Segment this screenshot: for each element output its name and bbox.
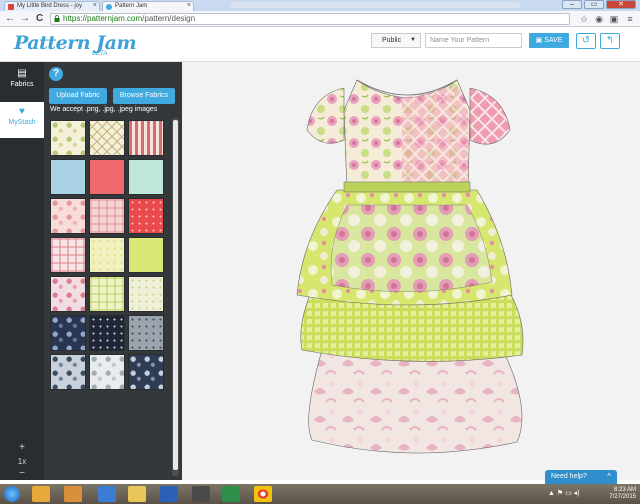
chrome-icon[interactable] [254,486,272,502]
save-label: SAVE [544,37,563,44]
help-icon[interactable]: ? [49,67,63,81]
caret-down-icon: ▼ [410,37,416,43]
fabric-swatch[interactable] [50,198,86,234]
zoom-in-button[interactable]: + [0,442,44,453]
design-canvas[interactable] [182,62,640,480]
logo[interactable]: Pattern Jam [14,32,137,54]
fabric-swatch[interactable] [128,276,164,312]
need-help-label: Need help? [551,473,587,480]
upload-fabric-button[interactable]: Upload Fabric [49,88,107,104]
visibility-select-value: Public [382,37,402,44]
reply-arrow-icon: ↰ [605,35,615,46]
tab-close-icon[interactable]: × [93,2,97,9]
save-button[interactable]: ▣ SAVE [529,33,569,48]
tab-close-icon[interactable]: × [187,2,191,9]
fabric-swatch[interactable] [89,159,125,195]
word-icon[interactable] [160,486,178,502]
start-button[interactable] [4,486,20,502]
back-button[interactable]: ← [5,13,15,25]
fabric-swatch-grid [50,120,168,476]
browser-nav-bar: ← → C https://patternjam.com/pattern/des… [0,11,640,27]
extension-icon[interactable]: ◉ [593,13,605,25]
fabric-swatch[interactable] [50,159,86,195]
fabrics-icon: ▤ [17,68,27,79]
menu-icon[interactable]: ≡ [624,13,636,25]
forward-button[interactable]: → [20,13,30,25]
nav-mystash-label: MyStash [8,119,36,126]
heart-icon: ♥ [19,106,25,117]
clock-date: 7/27/2015 [609,494,636,500]
close-window-button[interactable]: ✕ [606,0,636,9]
accepted-formats-text: We accept .png, .jpg, .jpeg images [50,106,158,113]
tab-gmail-label: My Little Bird Dress - joy [17,3,83,9]
screen: My Little Bird Dress - joy × Pattern Jam… [0,0,640,504]
panel-scrollbar[interactable] [172,118,179,476]
need-help-tab[interactable]: Need help? ^ [545,470,617,484]
scrollbar-thumb[interactable] [173,120,178,470]
clock[interactable]: 8:23 AM 7/27/2015 [609,487,636,501]
fabric-swatch[interactable] [50,276,86,312]
internet-explorer-icon[interactable] [98,486,116,502]
tab-gmail[interactable]: My Little Bird Dress - joy × [4,1,100,11]
fabric-swatch[interactable] [128,120,164,156]
file-explorer-icon[interactable] [128,486,146,502]
minimize-button[interactable]: – [562,0,582,9]
fabric-swatch[interactable] [128,159,164,195]
fabric-swatch[interactable] [50,354,86,390]
save-icon: ▣ [535,37,545,44]
zoom-level: 1x [17,457,27,466]
nav-mystash[interactable]: ♥ MyStash [0,102,44,138]
fabric-swatch[interactable] [89,237,125,273]
lock-icon [54,15,60,22]
patternjam-icon [106,4,112,10]
fabric-swatch[interactable] [89,276,125,312]
fabric-swatch[interactable] [50,315,86,351]
star-icon[interactable]: ☆ [578,13,590,25]
nav-fabrics[interactable]: ▤ Fabrics [0,64,44,100]
fabric-swatch[interactable] [128,198,164,234]
undo-icon: ↺ [581,35,591,46]
media-player-icon[interactable] [32,486,50,502]
fabric-swatch[interactable] [89,198,125,234]
fabric-swatch[interactable] [89,354,125,390]
os-taskbar: ▲ ⚑ ▭ ◂) 8:23 AM 7/27/2015 [0,484,640,504]
chevron-up-icon: ^ [607,472,611,481]
clock-time: 8:23 AM [613,487,636,493]
reload-button[interactable]: C [36,13,43,25]
pattern-name-input[interactable] [425,33,522,48]
fabric-swatch[interactable] [128,354,164,390]
visibility-select[interactable]: Public ▼ [371,33,421,48]
undo-button[interactable]: ↺ [576,33,596,49]
fabric-swatch[interactable] [128,237,164,273]
fabric-swatch[interactable] [89,315,125,351]
extension-icon-2[interactable]: ▣ [608,13,620,25]
gmail-icon [8,4,14,10]
fabric-swatch[interactable] [89,120,125,156]
back-nav-button[interactable]: ↰ [600,33,620,49]
tab-pattern-jam-label: Pattern Jam [115,3,148,9]
excel-icon[interactable] [222,486,240,502]
beta-badge: BETA [92,51,108,57]
url-path: /pattern/design [142,14,196,23]
zoom-out-button[interactable]: − [0,468,44,479]
fabric-swatch[interactable] [50,237,86,273]
system-tray-icons[interactable]: ▲ ⚑ ▭ ◂) [548,489,580,497]
left-nav: ▤ Fabrics ♥ MyStash + 1x − [0,62,44,480]
dress-pattern[interactable] [282,70,542,470]
browse-fabrics-button[interactable]: Browse Fabrics [113,88,175,104]
browser-tab-bar: My Little Bird Dress - joy × Pattern Jam… [0,0,640,11]
office-icon[interactable] [64,486,82,502]
maximize-button[interactable]: ▭ [584,0,604,9]
tab-pattern-jam[interactable]: Pattern Jam × [102,1,194,11]
app-icon[interactable] [192,486,210,502]
url-host: patternjam.com [87,14,143,23]
nav-fabrics-label: Fabrics [10,81,34,88]
address-bar[interactable]: https://patternjam.com/pattern/design [50,13,570,25]
fabric-swatch[interactable] [50,120,86,156]
fabric-swatch[interactable] [128,315,164,351]
blurred-region [230,2,520,8]
url-scheme: https:// [63,14,88,23]
